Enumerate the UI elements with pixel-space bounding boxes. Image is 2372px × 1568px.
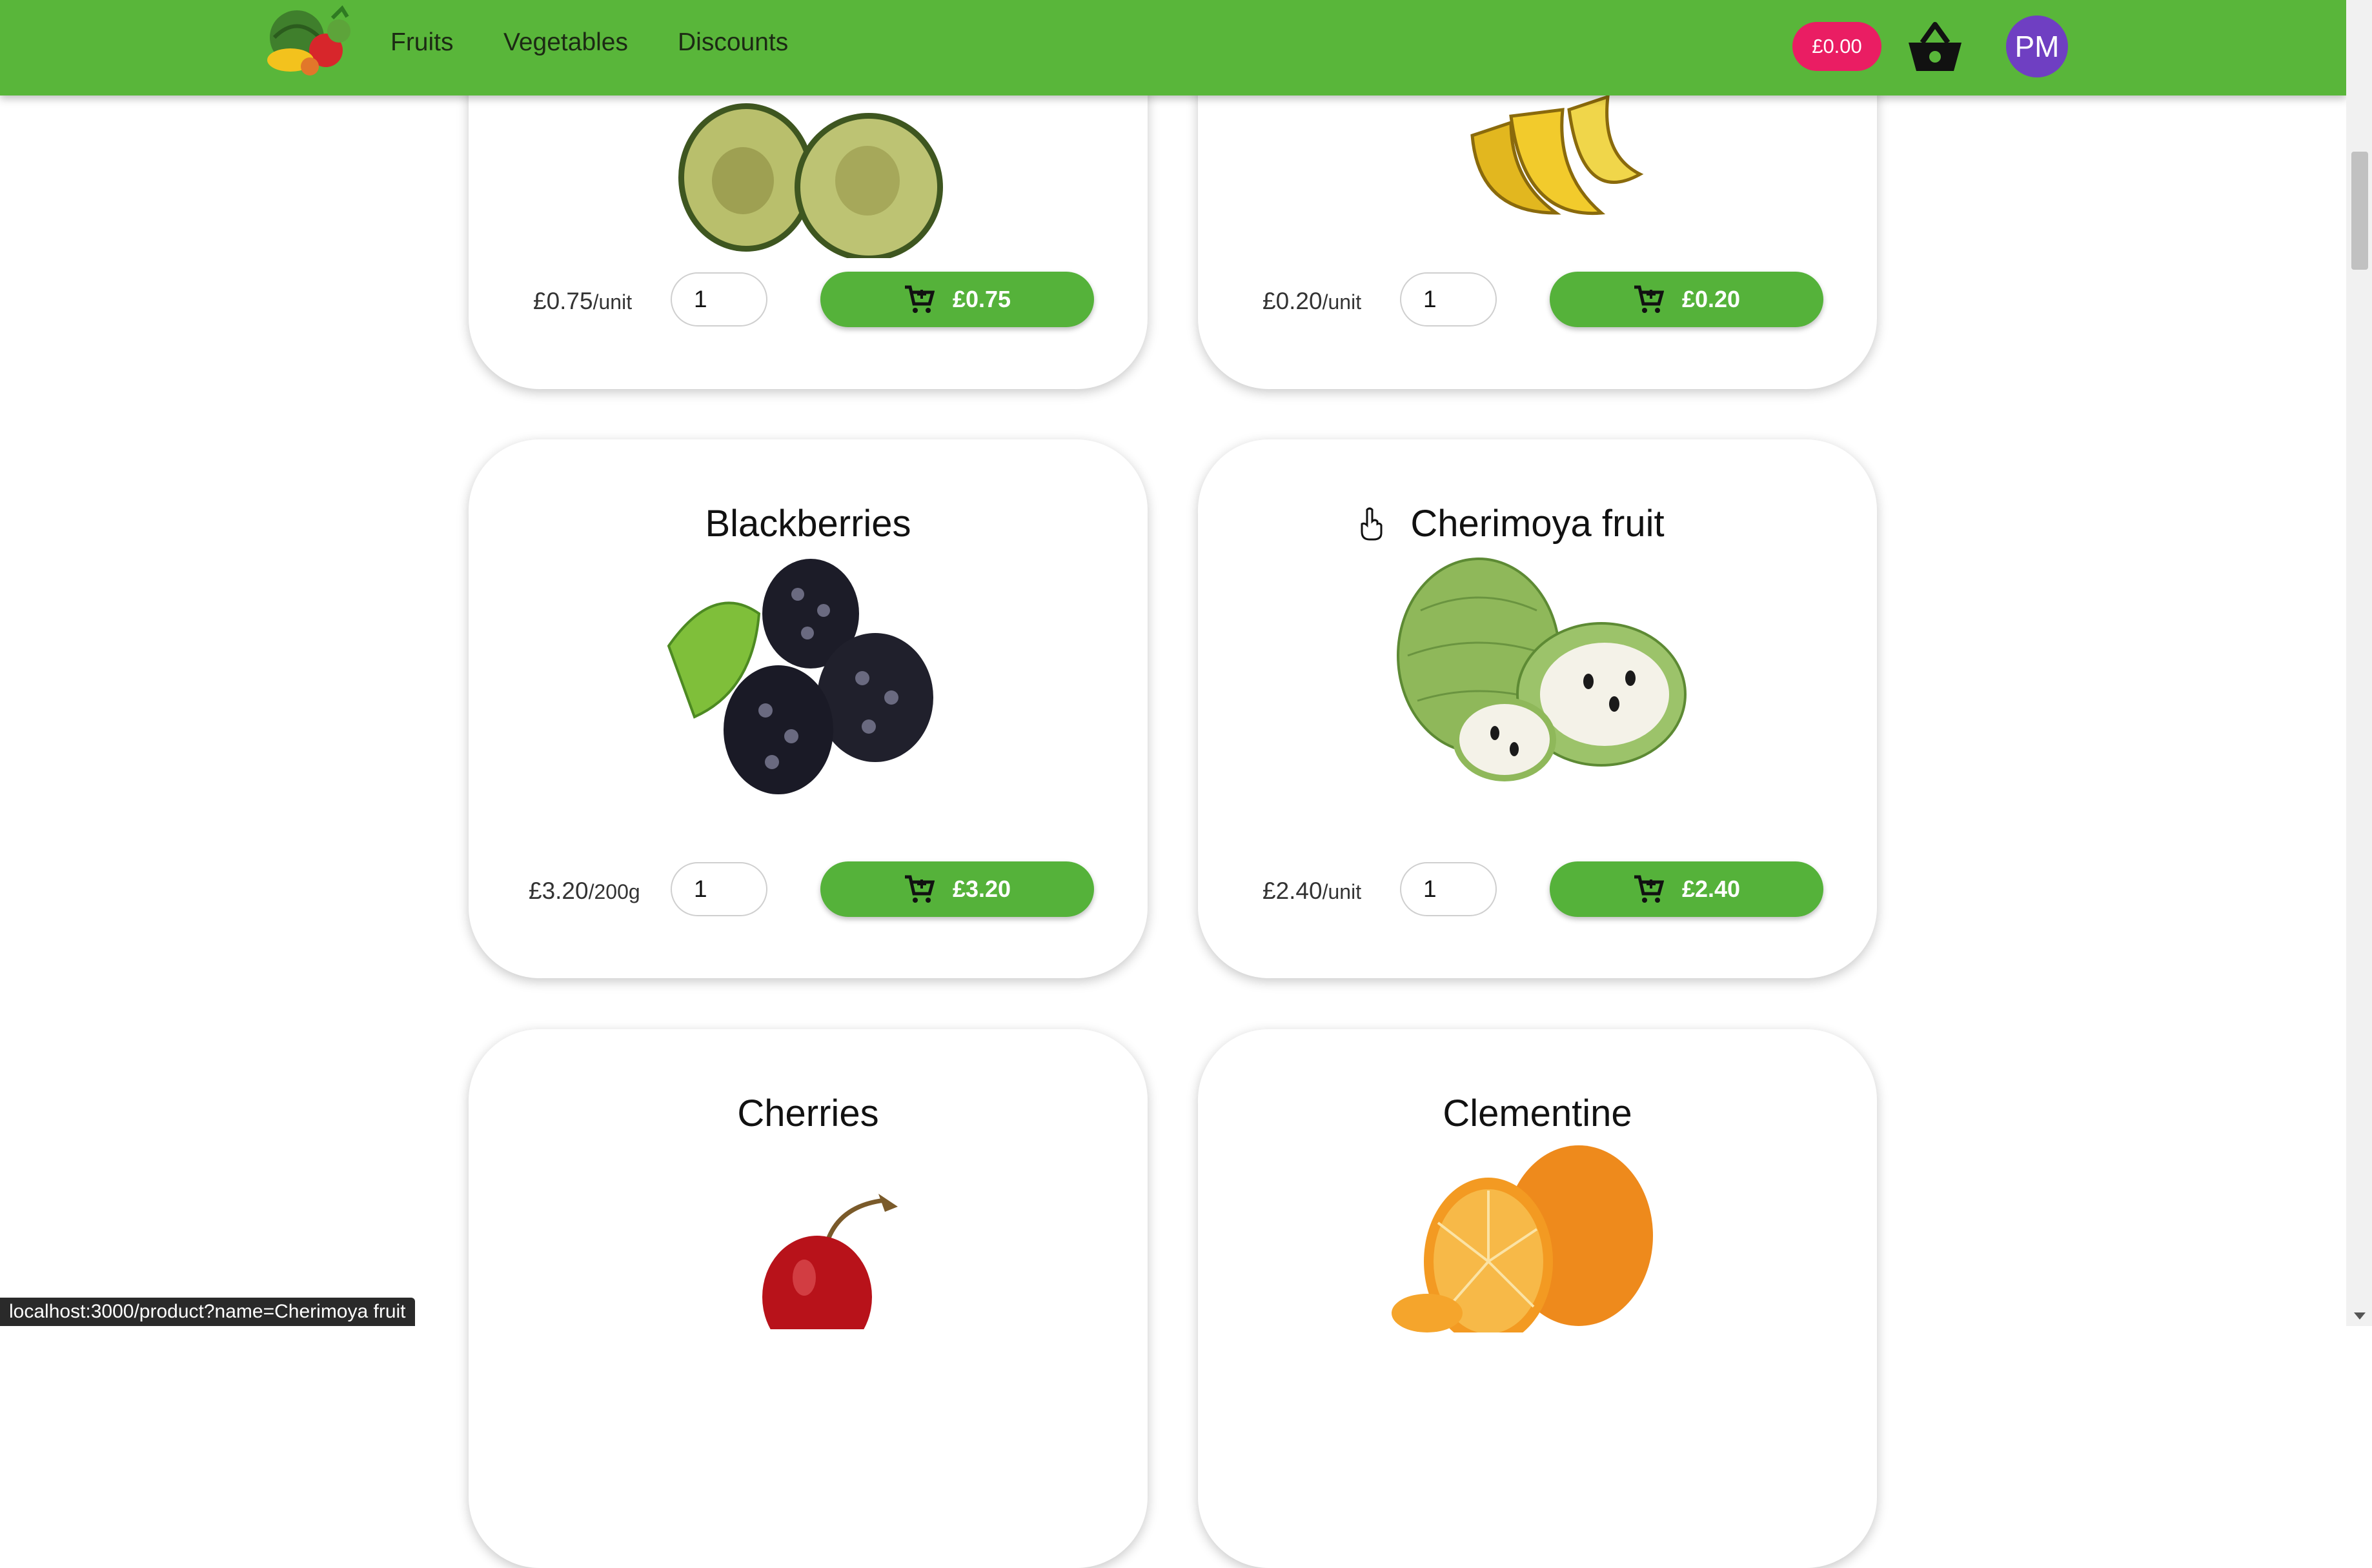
cart-icon (904, 285, 935, 313)
top-navbar: Fruits Vegetables Discounts £0.00 PM (0, 0, 2346, 95)
blackberries-image (667, 559, 933, 794)
avocado-image (678, 103, 943, 258)
nav-link-vegetables[interactable]: Vegetables (503, 28, 628, 57)
basket-icon[interactable] (1906, 19, 1964, 75)
price-label: £0.75/unit (533, 288, 633, 314)
add-to-cart-button[interactable]: £3.20 (820, 861, 1094, 917)
quantity-input[interactable] (671, 272, 767, 327)
add-to-cart-button[interactable]: £2.40 (1550, 861, 1823, 917)
quantity-input[interactable] (671, 862, 767, 916)
cart-icon (1634, 875, 1664, 903)
price-label: £0.20/unit (1262, 288, 1362, 314)
price-label: £2.40/unit (1262, 878, 1362, 904)
vertical-scrollbar[interactable] (2346, 0, 2372, 1326)
add-to-cart-button[interactable]: £0.20 (1550, 272, 1823, 327)
product-title[interactable]: Clementine (1198, 1092, 1877, 1135)
cherimoya-image (1397, 558, 1687, 781)
product-card-blackberries: Blackberries £3.20/200g £3.20 (469, 439, 1148, 978)
scrollbar-thumb[interactable] (2351, 152, 2368, 270)
cart-icon (904, 875, 935, 903)
price-label: £3.20/200g (529, 878, 640, 904)
user-avatar[interactable]: PM (2006, 15, 2068, 77)
product-title[interactable]: Blackberries (469, 502, 1148, 545)
product-card-clementine: Clementine (1198, 1029, 1877, 1568)
link-status-bar: localhost:3000/product?name=Cherimoya fr… (0, 1298, 415, 1326)
banana-image (1470, 94, 1644, 216)
product-title[interactable]: Cherimoya fruit (1198, 502, 1877, 545)
product-card-cherimoya: Cherimoya fruit £2.40/unit £2.40 (1198, 439, 1877, 978)
hand-cursor-icon (1361, 507, 1383, 541)
add-to-cart-label: £2.40 (1681, 876, 1741, 902)
cart-icon (1634, 285, 1664, 313)
nav-link-discounts[interactable]: Discounts (678, 28, 788, 57)
add-to-cart-label: £0.75 (952, 286, 1011, 312)
cart-total-badge[interactable]: £0.00 (1792, 22, 1881, 71)
logo-icon[interactable] (265, 5, 358, 81)
quantity-input[interactable] (1400, 862, 1497, 916)
nav-link-fruits[interactable]: Fruits (390, 28, 454, 57)
scroll-down-arrow-icon[interactable] (2354, 1312, 2366, 1320)
add-to-cart-label: £0.20 (1681, 286, 1741, 312)
quantity-input[interactable] (1400, 272, 1497, 327)
add-to-cart-button[interactable]: £0.75 (820, 272, 1094, 327)
add-to-cart-label: £3.20 (952, 876, 1011, 902)
clementine-image (1392, 1145, 1653, 1332)
product-title[interactable]: Cherries (469, 1092, 1148, 1135)
cherry-image (762, 1194, 898, 1329)
product-card-cherries: Cherries (469, 1029, 1148, 1568)
